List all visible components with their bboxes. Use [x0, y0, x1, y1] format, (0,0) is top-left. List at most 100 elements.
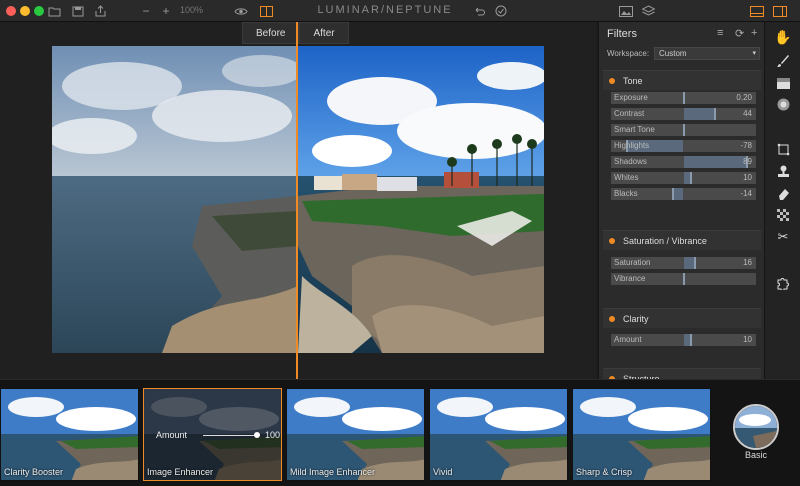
folder-icon[interactable]	[46, 3, 62, 19]
hand-icon[interactable]: ✋	[774, 28, 792, 46]
section-active-dot[interactable]	[609, 238, 615, 244]
zoom-out-icon[interactable]: −	[140, 3, 152, 19]
section-header-clarity[interactable]: Clarity	[603, 308, 761, 328]
save-icon[interactable]	[70, 3, 86, 19]
amount-value: 100	[265, 430, 281, 440]
image-canvas[interactable]: Before After	[0, 22, 596, 379]
preset-thumbnail[interactable]: Sharp & Crisp	[572, 388, 711, 481]
clone-stamp-icon[interactable]	[774, 162, 792, 180]
slider-amount[interactable]: Amount 10	[611, 334, 756, 346]
preset-name: Mild Image Enhancer	[290, 467, 376, 477]
add-filter-icon[interactable]: +	[751, 27, 757, 39]
workspace-select[interactable]: Custom ▾	[654, 47, 760, 60]
puzzle-icon[interactable]	[774, 274, 792, 292]
cut-icon[interactable]: ✂	[774, 228, 792, 246]
slider-saturation[interactable]: Saturation 16	[611, 257, 756, 269]
layout-icon[interactable]	[749, 3, 765, 19]
slider-label: Blacks	[614, 189, 638, 198]
zoom-in-icon[interactable]: +	[160, 3, 172, 19]
undo-icon[interactable]	[472, 3, 486, 19]
preset-name: Clarity Booster	[4, 467, 64, 477]
slider-handle[interactable]	[682, 124, 685, 136]
minimize-window-button[interactable]	[20, 6, 30, 16]
zoom-level[interactable]: 100%	[180, 5, 203, 15]
workspace-value: Custom	[659, 49, 687, 58]
slider-fill	[683, 108, 716, 120]
slider-value[interactable]: 44	[743, 109, 752, 118]
slider-handle[interactable]	[694, 257, 697, 269]
panel-toggle-icon[interactable]	[772, 3, 788, 19]
slider-label: Exposure	[614, 93, 648, 102]
section-header-structure[interactable]: Structure	[603, 368, 761, 379]
slider-handle[interactable]	[689, 172, 692, 184]
layers-icon[interactable]	[640, 3, 656, 19]
slider-shadows[interactable]: Shadows 89	[611, 156, 756, 168]
preset-thumbnail[interactable]: Image Enhancer Amount 100	[143, 388, 282, 481]
preset-category-button[interactable]	[733, 404, 779, 450]
app-title: LUMINAR/NEPTUNE	[317, 4, 453, 16]
image-icon[interactable]	[618, 3, 634, 19]
slider-value[interactable]: 0.20	[736, 93, 752, 102]
slider-handle[interactable]	[672, 188, 675, 200]
slider-value[interactable]: -78	[740, 141, 752, 150]
refresh-icon[interactable]: ⟳	[735, 27, 744, 40]
amount-track[interactable]	[203, 435, 257, 436]
slider-exposure[interactable]: Exposure 0.20	[611, 92, 756, 104]
history-icon[interactable]	[494, 3, 508, 19]
slider-contrast[interactable]: Contrast 44	[611, 108, 756, 120]
slider-vibrance[interactable]: Vibrance	[611, 273, 756, 285]
brush-icon[interactable]	[774, 52, 792, 70]
section-header-saturation-vibrance[interactable]: Saturation / Vibrance	[603, 230, 761, 250]
radial-mask-icon[interactable]	[774, 95, 792, 113]
zoom-window-button[interactable]	[34, 6, 44, 16]
eye-icon[interactable]	[233, 3, 249, 19]
amount-handle[interactable]	[254, 432, 260, 438]
slider-value[interactable]: 89	[743, 157, 752, 166]
slider-value[interactable]: -14	[740, 189, 752, 198]
preset-name: Vivid	[433, 467, 453, 477]
title-bar: − + 100% LUMINAR/NEPTUNE	[0, 0, 800, 22]
close-window-button[interactable]	[6, 6, 16, 16]
slider-label: Saturation	[614, 258, 651, 267]
gradient-icon[interactable]	[774, 74, 792, 92]
section-title: Tone	[623, 76, 643, 86]
slider-value[interactable]: 16	[743, 258, 752, 267]
compare-split-handle[interactable]	[296, 22, 298, 379]
slider-handle[interactable]	[682, 273, 685, 285]
compare-icon[interactable]	[258, 3, 274, 19]
section-active-dot[interactable]	[609, 78, 615, 84]
preset-name: Sharp & Crisp	[576, 467, 633, 477]
eraser-icon[interactable]	[774, 184, 792, 202]
slider-whites[interactable]: Whites 10	[611, 172, 756, 184]
slider-highlights[interactable]: Highlights -78	[611, 140, 756, 152]
preset-amount-slider[interactable]: Amount 100	[156, 429, 281, 443]
after-tab[interactable]: After	[299, 22, 349, 44]
section-active-dot[interactable]	[609, 316, 615, 322]
slider-fill	[673, 188, 684, 200]
preset-thumbnail[interactable]: Clarity Booster	[0, 388, 139, 481]
slider-value[interactable]: 10	[743, 335, 752, 344]
slider-label: Highlights	[614, 141, 650, 150]
crop-icon[interactable]	[774, 140, 792, 158]
slider-label: Shadows	[614, 157, 647, 166]
texture-icon[interactable]	[774, 206, 792, 224]
preset-thumbnail[interactable]: Mild Image Enhancer	[286, 388, 425, 481]
slider-label: Smart Tone	[614, 125, 655, 134]
slider-handle[interactable]	[689, 334, 692, 346]
chevron-down-icon: ▾	[752, 50, 756, 57]
workspace-label: Workspace:	[607, 49, 650, 58]
filter-list-icon[interactable]: ≡	[717, 27, 723, 39]
slider-smart-tone[interactable]: Smart Tone	[611, 124, 756, 136]
tool-strip: ✋ ✂	[764, 22, 800, 379]
preset-thumbnail[interactable]: Vivid	[429, 388, 568, 481]
slider-handle[interactable]	[714, 108, 717, 120]
slider-blacks[interactable]: Blacks -14	[611, 188, 756, 200]
slider-fill	[683, 156, 748, 168]
slider-handle[interactable]	[682, 92, 685, 104]
before-tab[interactable]: Before	[242, 22, 300, 44]
slider-value[interactable]: 10	[743, 173, 752, 182]
section-header-tone[interactable]: Tone	[603, 70, 761, 90]
slider-label: Amount	[614, 335, 642, 344]
share-icon[interactable]	[93, 3, 107, 19]
slider-label: Contrast	[614, 109, 645, 118]
